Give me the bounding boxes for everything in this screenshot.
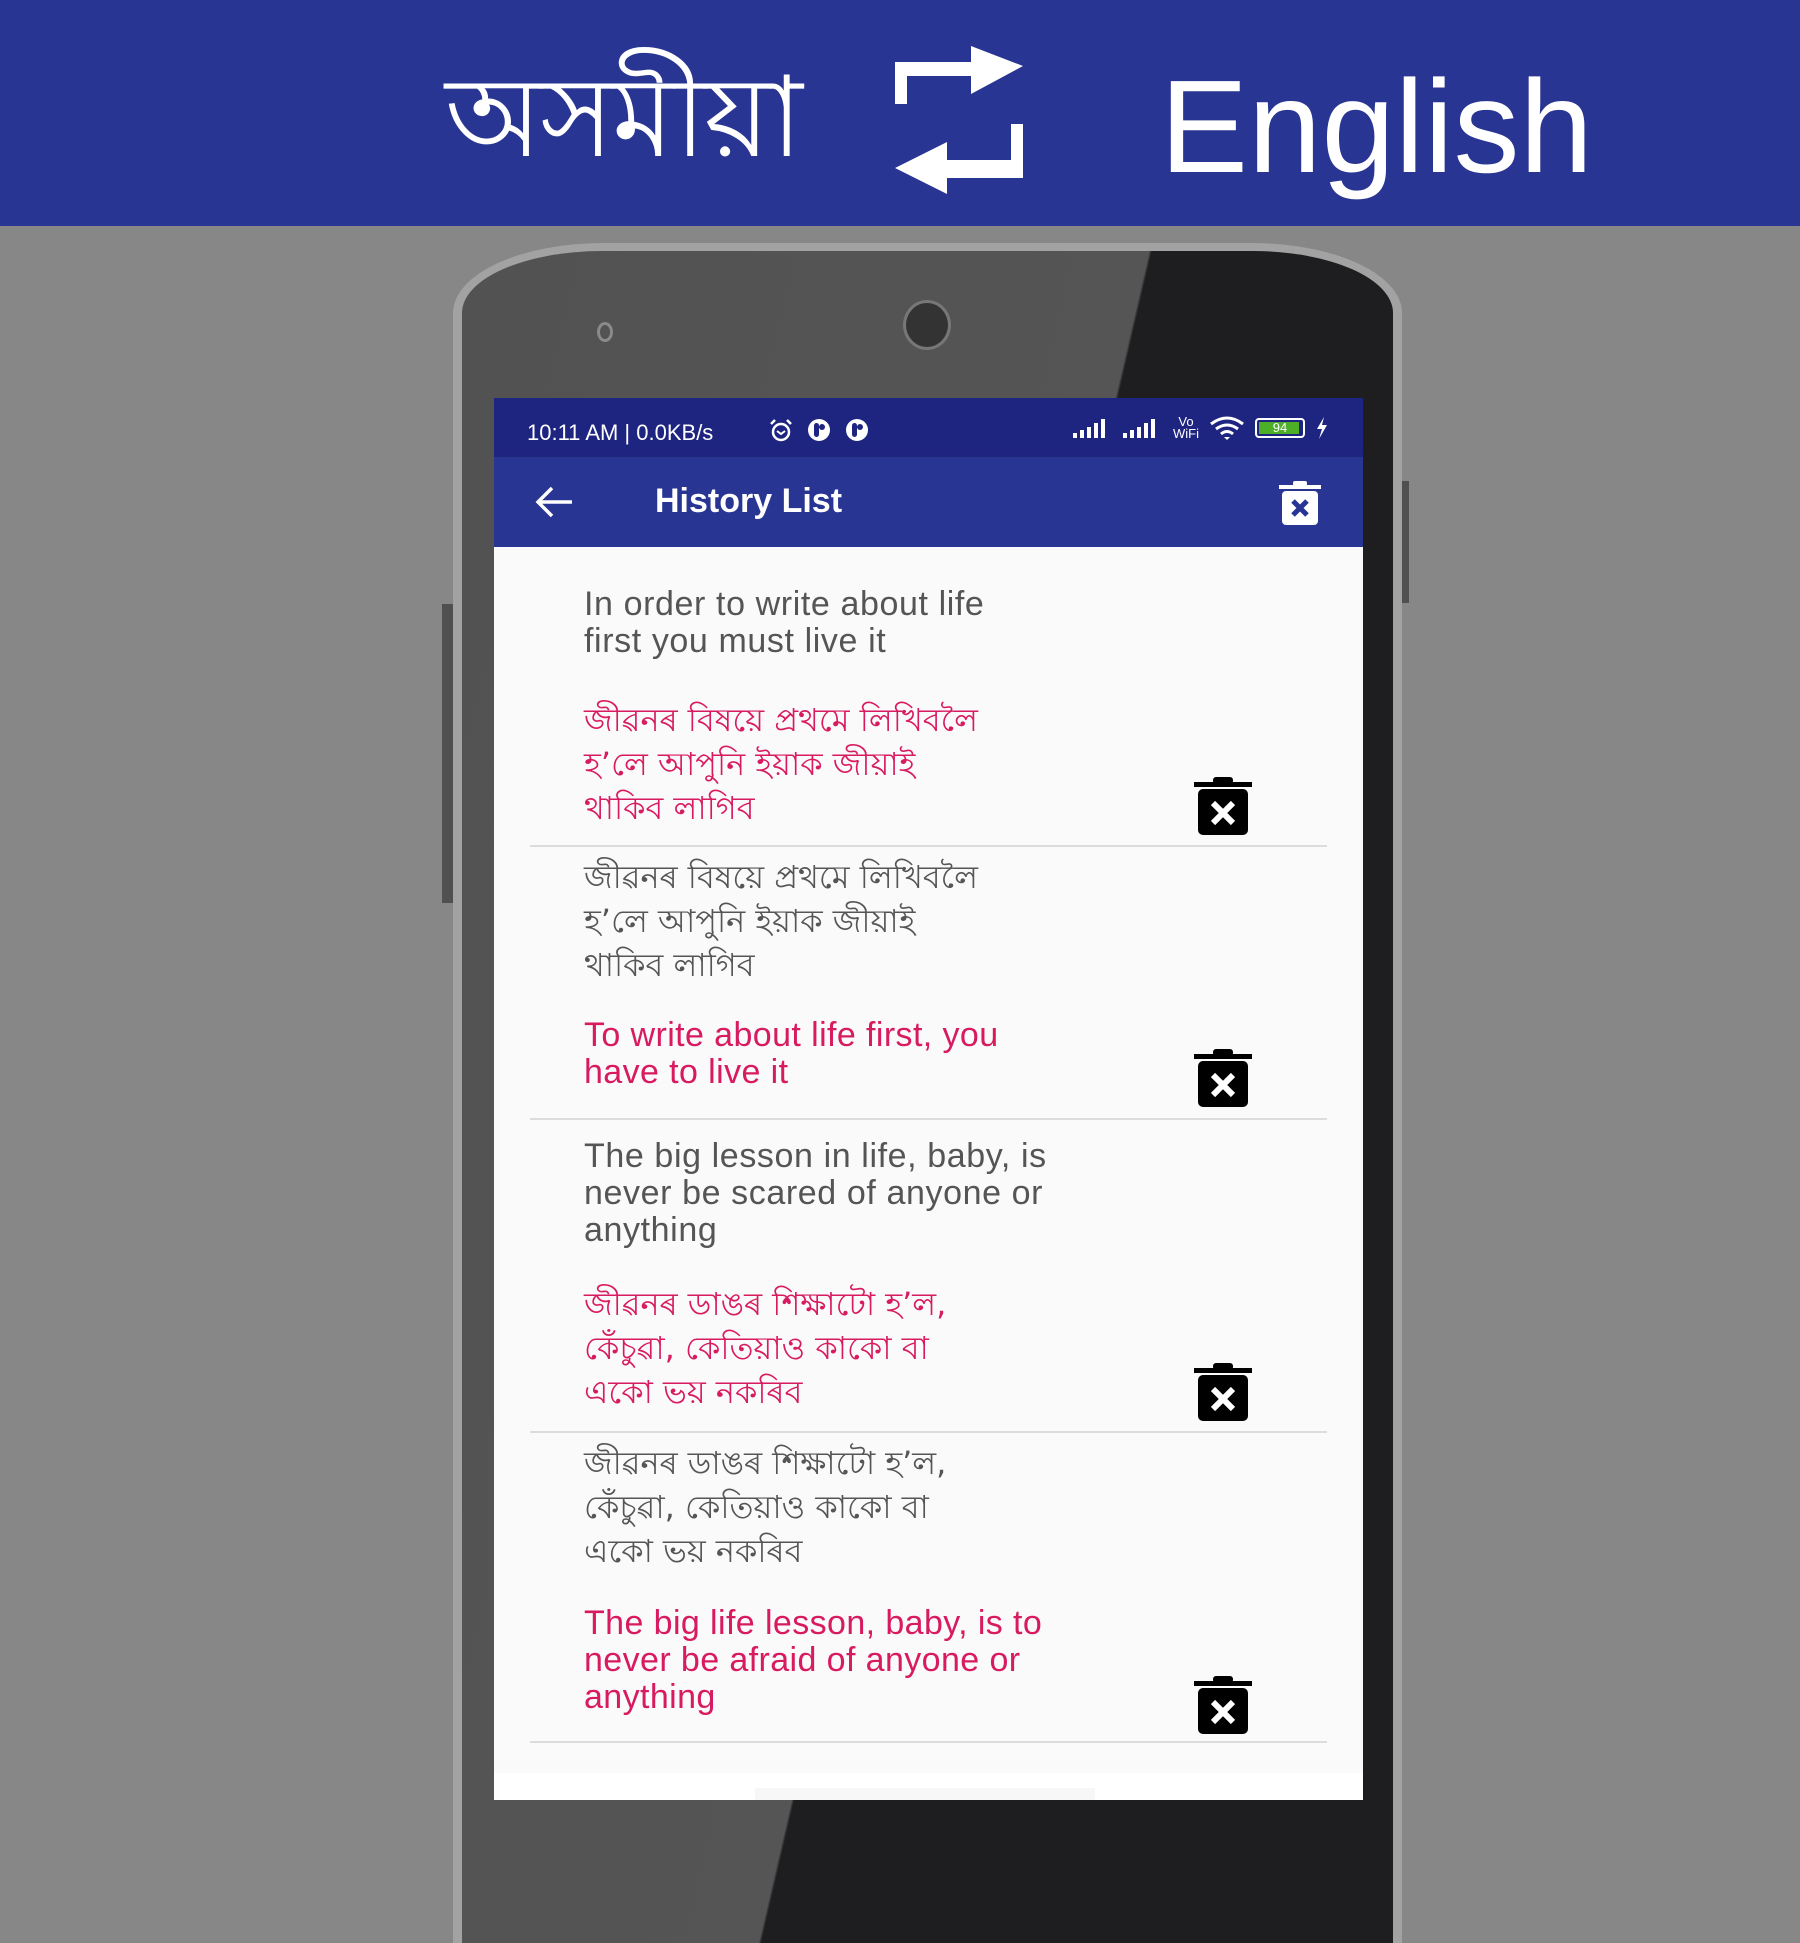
charging-icon — [1317, 417, 1327, 439]
signal-icon — [1123, 419, 1155, 438]
status-bar: 10:11 AM | 0.0KB/s Vo WiFi 94 — [494, 398, 1363, 457]
translation-line: থাকিব লাগিব — [584, 789, 755, 827]
source-line: থাকিব লাগিব — [584, 946, 755, 984]
delete-icon[interactable] — [1193, 1049, 1253, 1107]
translation-line: The big life lesson, baby, is to — [584, 1604, 1043, 1642]
app-notification-icon — [808, 419, 830, 441]
battery-level: 94 — [1272, 420, 1288, 435]
source-line: anything — [584, 1211, 718, 1249]
history-list: In order to write about life first you m… — [494, 547, 1363, 1773]
source-language-label: অসমীয়া — [445, 53, 803, 183]
source-line: কেঁচুৱা, কেতিয়াও কাকো বা — [584, 1488, 929, 1526]
source-text: The big lesson in life, baby, is never b… — [584, 1138, 1144, 1249]
wifi-icon — [1210, 416, 1244, 440]
arrow-back-icon[interactable] — [534, 485, 574, 519]
translation-text: To write about life first, you have to l… — [584, 1017, 1164, 1091]
translation-line: কেঁচুৱা, কেতিয়াও কাকো বা — [584, 1329, 929, 1367]
divider — [530, 1118, 1327, 1120]
proximity-sensor — [597, 322, 613, 342]
source-line: জীৱনৰ ডাঙৰ শিক্ষাটো হ’ল, — [584, 1444, 947, 1482]
translation-line: একো ভয় নকৰিব — [584, 1373, 803, 1411]
alarm-icon — [770, 419, 792, 442]
source-text: In order to write about life first you m… — [584, 586, 1144, 660]
page-title: History List — [655, 482, 843, 520]
source-text: জীৱনৰ ডাঙৰ শিক্ষাটো হ’ল, কেঁচুৱা, কেতিয়… — [584, 1441, 1144, 1573]
translation-text: জীৱনৰ ডাঙৰ শিক্ষাটো হ’ল, কেঁচুৱা, কেতিয়… — [584, 1282, 1164, 1414]
phone-power-button — [1402, 481, 1409, 603]
battery-icon: 94 — [1255, 418, 1305, 438]
vowifi-label-bottom: WiFi — [1173, 426, 1199, 441]
app-bar: History List — [494, 457, 1363, 547]
divider — [530, 1431, 1327, 1433]
translation-line: never be afraid of anyone or — [584, 1641, 1021, 1679]
translation-line: হ’লে আপুনি ইয়াক জীয়াই — [584, 745, 916, 783]
vowifi-icon: Vo WiFi — [1173, 415, 1199, 441]
target-language-label: English — [1160, 53, 1593, 200]
source-line: never be scared of anyone or — [584, 1174, 1044, 1212]
phone-screen: 10:11 AM | 0.0KB/s Vo WiFi 94 History Li… — [494, 398, 1363, 1800]
promo-banner: অসমীয়া English — [0, 0, 1800, 226]
signal-icon — [1073, 419, 1105, 438]
source-text: জীৱনৰ বিষয়ে প্ৰথমে লিখিবলৈ হ’লে আপুনি ই… — [584, 855, 1144, 987]
divider — [530, 845, 1327, 847]
phone-volume-button — [442, 604, 453, 903]
app-notification-icon — [846, 419, 868, 441]
translation-line: To write about life first, you — [584, 1016, 999, 1054]
source-line: The big lesson in life, baby, is — [584, 1137, 1047, 1175]
source-line: একো ভয় নকৰিব — [584, 1532, 803, 1570]
delete-icon[interactable] — [1193, 1363, 1253, 1421]
translation-text: জীৱনৰ বিষয়ে প্ৰথমে লিখিবলৈ হ’লে আপুনি ই… — [584, 698, 1164, 830]
bottom-placeholder — [755, 1788, 1095, 1800]
front-camera — [903, 300, 951, 350]
source-line: first you must live it — [584, 622, 887, 660]
divider — [530, 1741, 1327, 1743]
source-line: In order to write about life — [584, 585, 985, 623]
status-time: 10:11 AM | 0.0KB/s — [527, 420, 714, 445]
translation-text: The big life lesson, baby, is to never b… — [584, 1605, 1164, 1716]
status-icons-left — [768, 418, 870, 442]
source-line: হ’লে আপুনি ইয়াক জীয়াই — [584, 902, 916, 940]
delete-icon[interactable] — [1193, 1676, 1253, 1734]
source-line: জীৱনৰ বিষয়ে প্ৰথমে লিখিবলৈ — [584, 858, 978, 896]
translation-line: have to live it — [584, 1053, 789, 1091]
status-icons-right: Vo WiFi 94 — [1073, 415, 1329, 441]
translation-line: জীৱনৰ বিষয়ে প্ৰথমে লিখিবলৈ — [584, 701, 978, 739]
delete-all-icon[interactable] — [1279, 481, 1321, 525]
swap-arrows-icon — [895, 46, 1023, 194]
delete-icon[interactable] — [1193, 777, 1253, 835]
translation-line: anything — [584, 1678, 716, 1716]
translation-line: জীৱনৰ ডাঙৰ শিক্ষাটো হ’ল, — [584, 1285, 947, 1323]
